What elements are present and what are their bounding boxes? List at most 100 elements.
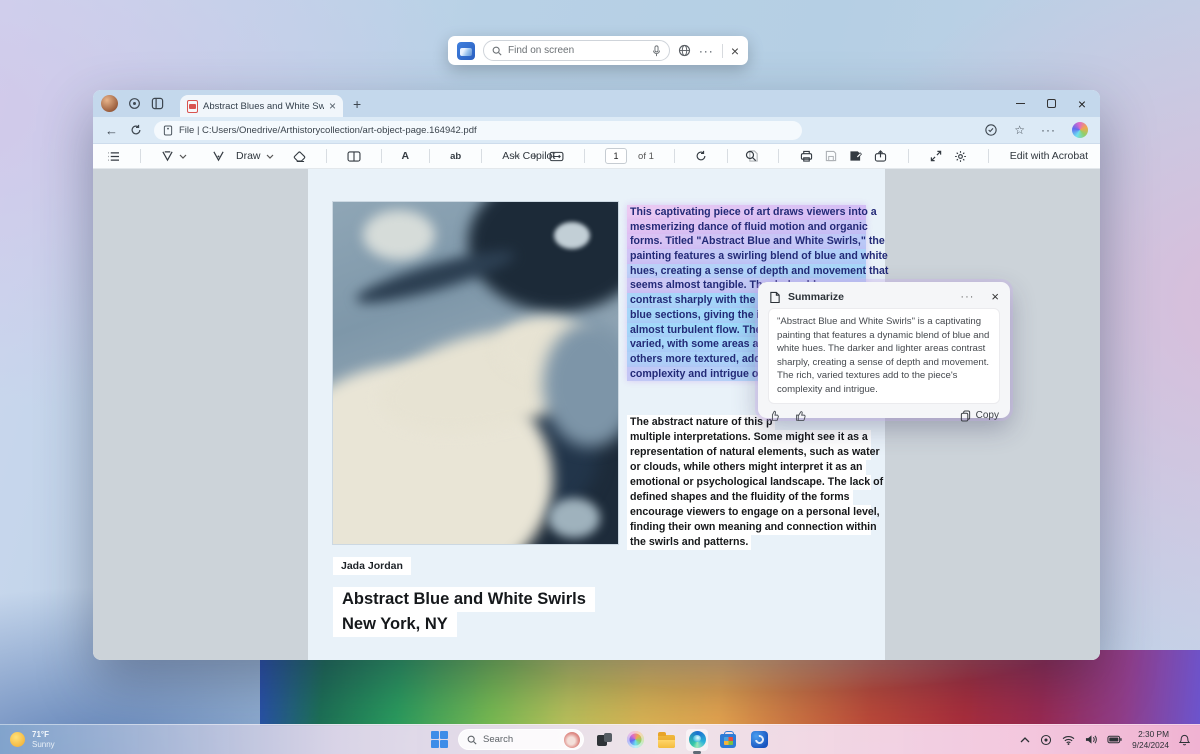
highlighter-icon[interactable] bbox=[161, 150, 174, 162]
artwork-location: New York, NY bbox=[333, 612, 457, 637]
browser-essentials-icon[interactable] bbox=[984, 123, 998, 137]
close-icon[interactable]: × bbox=[731, 44, 739, 58]
thumbs-up-icon[interactable] bbox=[794, 410, 806, 422]
taskbar-search[interactable]: Search bbox=[458, 729, 584, 750]
read-aloud-icon[interactable]: A bbox=[402, 150, 410, 162]
page-number-input[interactable]: 1 bbox=[605, 148, 627, 164]
workspaces-icon[interactable] bbox=[128, 97, 141, 110]
store-icon bbox=[720, 734, 736, 748]
hidden-icons-chevron[interactable] bbox=[1020, 737, 1030, 743]
maximize-button[interactable] bbox=[1047, 99, 1056, 108]
address-bar[interactable]: File | C:Users/Onedrive/Arthistorycollec… bbox=[154, 121, 802, 140]
highlighted-text-line: complexity and intrigue of t bbox=[627, 367, 771, 382]
visual-search-app-icon[interactable] bbox=[457, 42, 475, 60]
save-icon[interactable] bbox=[825, 150, 837, 162]
desktop: Find on screen ··· × Abstract Blues and … bbox=[0, 0, 1200, 754]
taskbar-center: Search bbox=[430, 725, 770, 754]
highlighted-text-line: others more textured, addin bbox=[627, 352, 773, 367]
minimize-button[interactable] bbox=[1016, 103, 1025, 105]
search-icon bbox=[492, 46, 502, 56]
body-text-line: or clouds, while others might interpret … bbox=[627, 460, 866, 475]
favorites-star-icon[interactable]: ☆ bbox=[1014, 123, 1025, 137]
draw-pen-icon[interactable] bbox=[212, 150, 225, 162]
microsoft-365-icon bbox=[751, 731, 768, 748]
clock[interactable]: 2:30 PM 9/24/2024 bbox=[1132, 729, 1169, 750]
back-icon[interactable]: ← bbox=[105, 123, 118, 138]
copy-label: Copy bbox=[976, 410, 999, 421]
browser-tab[interactable]: Abstract Blues and White Swirls by Ja × bbox=[180, 95, 343, 117]
microsoft-365-button[interactable] bbox=[748, 729, 770, 751]
search-highlight-thumbnail bbox=[564, 732, 580, 748]
address-bar-row: ← File | C:Users/Onedrive/Arthistorycoll… bbox=[93, 117, 1100, 144]
rotate-icon[interactable] bbox=[695, 150, 707, 162]
read-aloud-text-icon[interactable]: ab bbox=[450, 151, 461, 162]
thumbs-down-icon[interactable] bbox=[769, 410, 781, 422]
settings-gear-icon[interactable] bbox=[954, 150, 967, 163]
microphone-icon[interactable] bbox=[652, 45, 661, 57]
table-of-contents-icon[interactable] bbox=[107, 151, 120, 162]
edge-button[interactable] bbox=[686, 729, 708, 751]
notification-bell-icon[interactable] bbox=[1179, 734, 1190, 746]
find-in-document-icon[interactable] bbox=[745, 150, 757, 162]
tab-title: Abstract Blues and White Swirls by Ja bbox=[203, 101, 324, 112]
copy-button[interactable]: Copy bbox=[960, 410, 999, 422]
highlighter-dropdown-icon[interactable] bbox=[179, 154, 187, 159]
microsoft-store-button[interactable] bbox=[717, 729, 739, 751]
refresh-icon[interactable] bbox=[130, 124, 142, 136]
popup-close-icon[interactable]: × bbox=[991, 290, 999, 303]
weather-temp: 71°F bbox=[32, 730, 55, 740]
settings-more-icon[interactable]: ··· bbox=[1041, 123, 1056, 137]
start-button[interactable] bbox=[430, 730, 449, 749]
zoom-out-icon[interactable]: − bbox=[513, 149, 520, 163]
pdf-toolbar: Draw A ab Ask Copilot − bbox=[93, 144, 1100, 169]
find-on-screen-bar: Find on screen ··· × bbox=[448, 36, 748, 65]
draw-dropdown-icon[interactable] bbox=[266, 154, 274, 159]
highlighted-text-line: mesmerizing dance of fluid motion and or… bbox=[627, 220, 866, 235]
body-text-line: finding their own meaning and connection… bbox=[627, 520, 871, 535]
profile-avatar[interactable] bbox=[101, 95, 118, 112]
copilot-taskbar-button[interactable] bbox=[624, 729, 646, 751]
vertical-tabs-icon[interactable] bbox=[151, 97, 164, 110]
highlighted-text-line: painting features a swirling blend of bl… bbox=[627, 249, 866, 264]
page-total-label: of 1 bbox=[638, 151, 654, 162]
file-icon bbox=[163, 125, 173, 136]
tray-copilot-icon[interactable] bbox=[1040, 734, 1052, 746]
body-text-line: encourage viewers to engage on a persona… bbox=[627, 505, 871, 520]
globe-icon[interactable] bbox=[678, 44, 691, 57]
wifi-icon[interactable] bbox=[1062, 735, 1075, 745]
summarize-title: Summarize bbox=[788, 291, 953, 303]
summarize-popup: Summarize ··· × "Abstract Blue and White… bbox=[758, 282, 1010, 418]
file-explorer-button[interactable] bbox=[655, 729, 677, 751]
draw-label[interactable]: Draw bbox=[236, 150, 261, 162]
system-tray: 2:30 PM 9/24/2024 bbox=[1020, 729, 1200, 750]
edit-with-acrobat-button[interactable]: Edit with Acrobat bbox=[1010, 150, 1088, 162]
body-text-line: The abstract nature of this p bbox=[627, 415, 775, 430]
fullscreen-icon[interactable] bbox=[930, 150, 942, 162]
print-icon[interactable] bbox=[800, 150, 813, 162]
battery-icon[interactable] bbox=[1107, 735, 1122, 744]
copilot-icon[interactable] bbox=[1072, 122, 1088, 138]
more-options-icon[interactable]: ··· bbox=[699, 44, 714, 58]
popup-more-icon[interactable]: ··· bbox=[960, 291, 974, 303]
eraser-icon[interactable] bbox=[293, 151, 306, 162]
page-view-icon[interactable] bbox=[347, 151, 361, 162]
share-icon[interactable] bbox=[874, 150, 887, 162]
body-text-line: multiple interpretations. Some might see… bbox=[627, 430, 871, 445]
save-as-icon[interactable] bbox=[849, 150, 862, 162]
volume-icon[interactable] bbox=[1085, 734, 1097, 745]
zoom-in-icon[interactable]: + bbox=[531, 149, 538, 163]
artwork-image bbox=[333, 202, 618, 544]
window-close-button[interactable]: × bbox=[1078, 97, 1086, 111]
weather-widget[interactable]: 71°F Sunny bbox=[0, 730, 65, 750]
find-on-screen-input[interactable]: Find on screen bbox=[483, 40, 670, 61]
pdf-viewer[interactable]: This captivating piece of art draws view… bbox=[93, 169, 1100, 660]
new-tab-button[interactable]: + bbox=[353, 96, 361, 112]
fit-to-width-icon[interactable] bbox=[549, 151, 564, 162]
task-view-button[interactable] bbox=[593, 729, 615, 751]
tab-close-icon[interactable]: × bbox=[329, 100, 336, 112]
search-icon bbox=[467, 735, 477, 745]
clock-date: 9/24/2024 bbox=[1132, 740, 1169, 750]
highlighted-text-line: blue sections, giving the im bbox=[627, 308, 772, 323]
highlighted-text-line: hues, creating a sense of depth and move… bbox=[627, 264, 866, 279]
copilot-icon bbox=[627, 731, 644, 748]
